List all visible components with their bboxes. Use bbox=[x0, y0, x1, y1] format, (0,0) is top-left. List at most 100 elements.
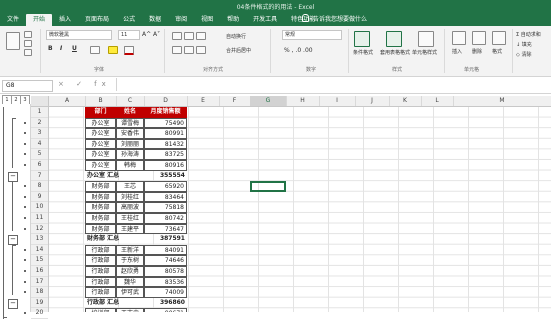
name-cell[interactable]: 伊可武 bbox=[116, 287, 144, 298]
subtotal-label-cell[interactable]: 办公室 汇总 bbox=[85, 171, 144, 182]
sales-cell[interactable]: 74646 bbox=[144, 255, 187, 266]
sales-cell[interactable]: 65920 bbox=[144, 181, 187, 192]
sales-cell[interactable]: 80916 bbox=[144, 160, 187, 171]
dept-cell[interactable]: 行政部 bbox=[85, 266, 116, 277]
dept-cell[interactable]: 办公室 bbox=[85, 138, 116, 150]
row-header[interactable]: 8 bbox=[31, 181, 48, 192]
row-header[interactable]: 4 bbox=[31, 139, 48, 150]
align-right-icon[interactable] bbox=[196, 46, 206, 54]
row-header[interactable]: 5 bbox=[31, 149, 48, 160]
name-cell[interactable]: 谭雪梅 bbox=[116, 117, 144, 129]
sales-cell[interactable]: 84091 bbox=[144, 244, 187, 256]
ribbon-tab[interactable]: 审阅 bbox=[168, 14, 194, 26]
row-header[interactable]: 1 bbox=[31, 107, 48, 118]
ribbon-tab[interactable]: 插入 bbox=[52, 14, 78, 26]
font-name-box[interactable]: 微软雅黑 bbox=[46, 30, 112, 40]
row-header[interactable]: 20 bbox=[31, 308, 48, 319]
delete-cells-button[interactable]: 删除 bbox=[472, 48, 482, 55]
subtotal-value-cell[interactable]: 387591 bbox=[144, 234, 187, 245]
cell-styles-icon[interactable] bbox=[418, 31, 434, 47]
row-header[interactable]: 16 bbox=[31, 266, 48, 277]
delete-cells-icon[interactable] bbox=[472, 31, 486, 45]
dept-cell[interactable]: 行政部 bbox=[85, 255, 116, 266]
number-format-box[interactable]: 常规 bbox=[282, 30, 342, 40]
copy-icon[interactable] bbox=[24, 40, 32, 47]
row-header[interactable]: 17 bbox=[31, 277, 48, 288]
name-cell[interactable]: 王桂红 bbox=[116, 213, 144, 224]
align-middle-icon[interactable] bbox=[184, 32, 194, 40]
select-all-corner[interactable] bbox=[31, 96, 49, 106]
subtotal-label-cell[interactable]: 财务部 汇总 bbox=[85, 234, 144, 245]
table-header-cell[interactable]: 部门 bbox=[85, 107, 116, 118]
paste-icon[interactable] bbox=[6, 32, 20, 50]
column-header[interactable]: J bbox=[355, 96, 390, 106]
ribbon-tab[interactable]: 数据 bbox=[142, 14, 168, 26]
column-header[interactable]: E bbox=[187, 96, 220, 106]
align-top-icon[interactable] bbox=[172, 32, 182, 40]
align-center-icon[interactable] bbox=[184, 46, 194, 54]
row-header[interactable]: 12 bbox=[31, 224, 48, 235]
formula-input[interactable] bbox=[116, 78, 551, 91]
name-cell[interactable]: 王志忠 bbox=[116, 308, 144, 312]
subtotal-value-cell[interactable]: 355554 bbox=[144, 171, 187, 182]
row-header[interactable]: 9 bbox=[31, 192, 48, 203]
format-as-table-button[interactable]: 套用表格格式 bbox=[380, 49, 410, 56]
column-header[interactable]: K bbox=[389, 96, 422, 106]
row-header[interactable]: 2 bbox=[31, 118, 48, 129]
merge-center-button[interactable]: 合并后居中 bbox=[226, 47, 251, 54]
ribbon-tab[interactable]: 公式 bbox=[116, 14, 142, 26]
name-cell[interactable]: 王新洋 bbox=[116, 244, 144, 256]
tell-me-box[interactable]: 告诉我您想要做什么 bbox=[302, 14, 367, 26]
worksheet-grid[interactable]: 部门 姓名 月度销售额 办公室 谭雪梅 75490 办公室 安香伟 80991 办公室 刘丽丽 814… bbox=[49, 107, 551, 312]
row-header[interactable]: 6 bbox=[31, 160, 48, 171]
sales-cell[interactable]: 90671 bbox=[144, 308, 187, 312]
cell-styles-button[interactable]: 单元格样式 bbox=[412, 49, 437, 56]
conditional-format-icon[interactable] bbox=[354, 31, 370, 47]
sales-cell[interactable]: 73647 bbox=[144, 223, 187, 235]
sales-cell[interactable]: 83536 bbox=[144, 276, 187, 288]
name-cell[interactable]: 刘丽丽 bbox=[116, 138, 144, 150]
sales-cell[interactable]: 83725 bbox=[144, 149, 187, 160]
format-cells-button[interactable]: 格式 bbox=[492, 48, 502, 55]
name-cell[interactable]: 孙海涛 bbox=[116, 149, 144, 160]
row-header[interactable]: 14 bbox=[31, 245, 48, 256]
dept-cell[interactable]: 财务部 bbox=[85, 213, 116, 224]
conditional-format-button[interactable]: 条件格式 bbox=[353, 49, 373, 56]
sales-cell[interactable]: 80578 bbox=[144, 266, 187, 277]
dept-cell[interactable]: 办公室 bbox=[85, 117, 116, 129]
dept-cell[interactable]: 培训部 bbox=[85, 308, 116, 312]
table-header-cell[interactable]: 月度销售额 bbox=[144, 107, 187, 118]
row-header[interactable]: 19 bbox=[31, 298, 48, 309]
dept-cell[interactable]: 办公室 bbox=[85, 149, 116, 160]
sales-cell[interactable]: 81432 bbox=[144, 138, 187, 150]
name-box[interactable]: G8 bbox=[2, 80, 53, 92]
row-header[interactable]: 3 bbox=[31, 128, 48, 139]
outline-collapse-button[interactable]: − bbox=[8, 171, 18, 182]
row-header[interactable]: 13 bbox=[31, 234, 48, 245]
underline-button[interactable]: U bbox=[72, 45, 77, 52]
name-cell[interactable]: 于东树 bbox=[116, 255, 144, 266]
clear-button[interactable]: ◇ 清除 bbox=[516, 51, 531, 58]
dept-cell[interactable]: 行政部 bbox=[85, 287, 116, 298]
outline-collapse-button[interactable]: − bbox=[8, 235, 18, 246]
align-bottom-icon[interactable] bbox=[196, 32, 206, 40]
ribbon-tab[interactable]: 页面布局 bbox=[78, 14, 116, 26]
column-header[interactable]: I bbox=[319, 96, 356, 106]
name-cell[interactable]: 韩梅 bbox=[116, 160, 144, 171]
format-cells-icon[interactable] bbox=[492, 31, 506, 45]
name-cell[interactable]: 高丽波 bbox=[116, 202, 144, 213]
wrap-text-button[interactable]: 自动换行 bbox=[226, 33, 246, 40]
table-header-cell[interactable]: 姓名 bbox=[116, 107, 144, 118]
font-color-icon[interactable] bbox=[124, 46, 134, 55]
column-header[interactable]: L bbox=[421, 96, 454, 106]
sales-cell[interactable]: 80742 bbox=[144, 213, 187, 224]
sales-cell[interactable]: 74009 bbox=[144, 287, 187, 298]
dept-cell[interactable]: 财务部 bbox=[85, 181, 116, 192]
format-as-table-icon[interactable] bbox=[386, 31, 402, 47]
fill-button[interactable]: ↓ 填充 bbox=[516, 41, 532, 48]
align-left-icon[interactable] bbox=[172, 46, 182, 54]
number-format-icons[interactable]: % , .0 .00 bbox=[284, 47, 313, 54]
sales-cell[interactable]: 75490 bbox=[144, 117, 187, 129]
name-cell[interactable]: 魏华 bbox=[116, 276, 144, 288]
column-header[interactable]: A bbox=[49, 96, 86, 106]
